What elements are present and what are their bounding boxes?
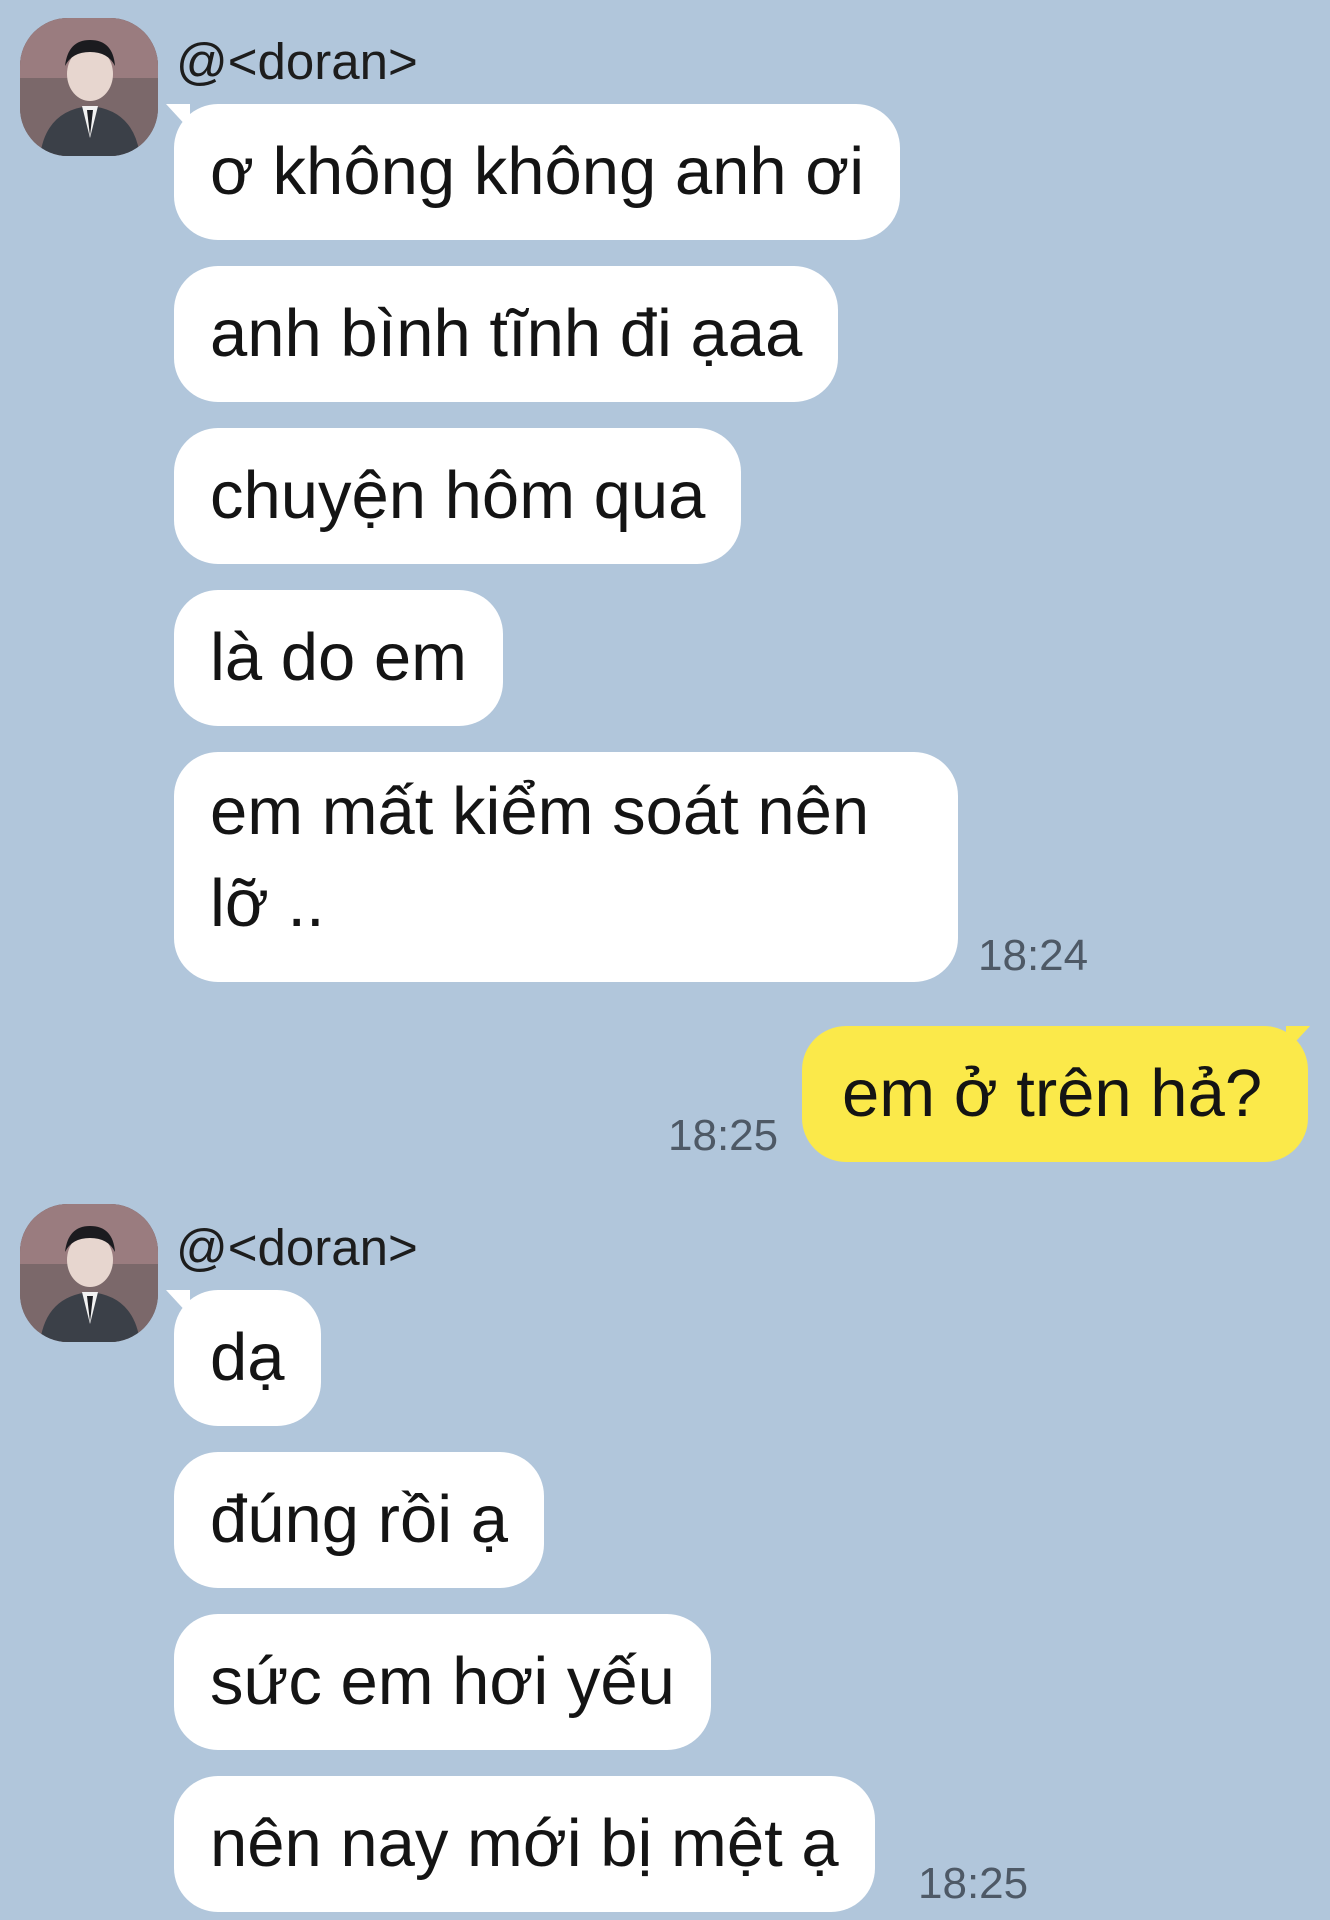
sender-avatar[interactable] bbox=[20, 18, 158, 156]
profile-photo-icon bbox=[20, 18, 158, 156]
message-bubble[interactable]: sức em hơi yếu bbox=[174, 1614, 711, 1750]
sender-name: @<doran> bbox=[176, 1219, 418, 1276]
message-bubble[interactable]: là do em bbox=[174, 590, 503, 726]
message-time: 18:24 bbox=[978, 931, 1089, 980]
message-bubble[interactable]: em mất kiểm soát nên lỡ .. bbox=[174, 752, 958, 982]
message-bubble[interactable]: dạ bbox=[174, 1290, 321, 1426]
my-message-bubble[interactable]: em ở trên hả? bbox=[802, 1026, 1309, 1162]
message-bubble[interactable]: đúng rồi ạ bbox=[174, 1452, 544, 1588]
message-bubble[interactable]: chuyện hôm qua bbox=[174, 428, 742, 564]
profile-photo-icon bbox=[20, 1204, 158, 1342]
message-time: 18:25 bbox=[668, 1111, 779, 1160]
message-bubble[interactable]: ơ không không anh ơi bbox=[174, 104, 901, 240]
sender-name: @<doran> bbox=[176, 33, 418, 90]
message-bubble[interactable]: anh bình tĩnh đi ạaa bbox=[174, 266, 839, 402]
message-time: 18:25 bbox=[918, 1859, 1029, 1908]
message-bubble[interactable]: nên nay mới bị mệt ạ bbox=[174, 1776, 875, 1912]
sender-avatar[interactable] bbox=[20, 1204, 158, 1342]
bubble-tail bbox=[1286, 1026, 1310, 1052]
chat-area[interactable]: @<doran> ơ không không anh ơi anh bình t… bbox=[0, 0, 1330, 1920]
